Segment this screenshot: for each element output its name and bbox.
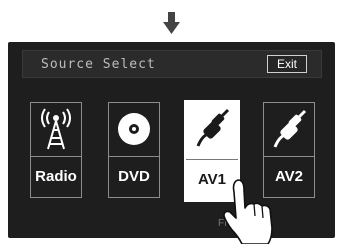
exit-button[interactable]: Exit [267,55,307,73]
source-label: DVD [109,156,159,197]
title-bar: Source Select Exit [22,50,322,78]
pointing-hand-icon [223,179,273,244]
av-plug-icon [186,102,238,154]
down-arrow-icon [163,12,180,34]
source-dvd-button[interactable]: DVD [108,102,160,198]
disc-icon [109,103,159,155]
source-label: Radio [31,156,81,197]
radio-tower-icon [31,103,81,155]
page-title: Source Select [41,57,156,72]
source-radio-button[interactable]: Radio [30,102,82,198]
av-plug-icon [264,103,314,155]
